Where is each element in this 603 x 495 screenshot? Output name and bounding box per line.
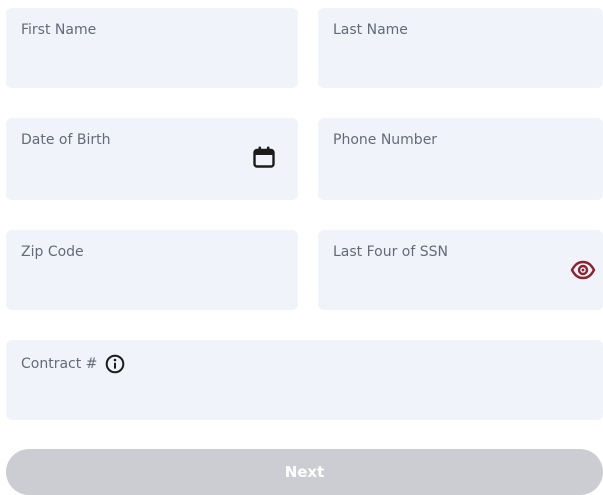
info-icon[interactable]: [105, 354, 125, 374]
next-button[interactable]: Next: [6, 449, 603, 495]
contract-number-field[interactable]: Contract #: [6, 340, 603, 420]
contract-number-label: Contract #: [21, 354, 125, 374]
ssn-last-four-label: Last Four of SSN: [333, 244, 449, 260]
eye-icon[interactable]: [570, 258, 596, 282]
last-name-label: Last Name: [333, 22, 408, 38]
first-name-field[interactable]: First Name: [6, 8, 298, 88]
contract-number-label-text: Contract #: [21, 356, 98, 372]
last-name-field[interactable]: Last Name: [318, 8, 603, 88]
ssn-last-four-field[interactable]: Last Four of SSN: [318, 230, 603, 310]
date-of-birth-field[interactable]: Date of Birth: [6, 118, 298, 200]
signup-form: First Name Last Name Date of Birth Phone…: [0, 0, 603, 495]
phone-number-field[interactable]: Phone Number: [318, 118, 603, 200]
first-name-label: First Name: [21, 22, 97, 38]
zip-code-label: Zip Code: [21, 244, 84, 260]
date-of-birth-label: Date of Birth: [21, 132, 111, 148]
phone-number-label: Phone Number: [333, 132, 438, 148]
zip-code-field[interactable]: Zip Code: [6, 230, 298, 310]
calendar-icon[interactable]: [252, 145, 276, 169]
